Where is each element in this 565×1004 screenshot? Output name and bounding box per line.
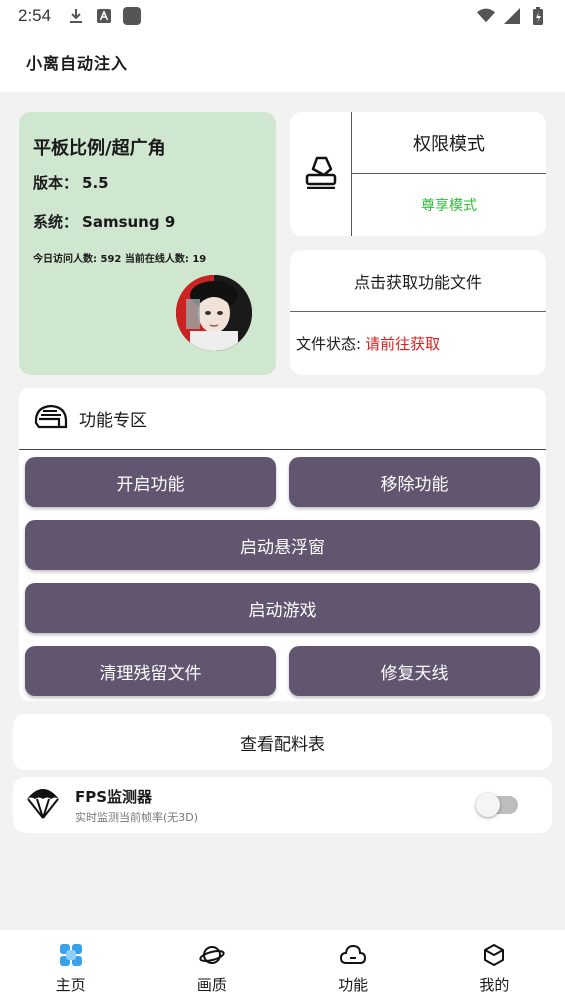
device-info-card: 平板比例/超广角 版本： 5.5 系统： Samsung 9 今日访问人数: 592… (19, 112, 276, 375)
wifi-icon (477, 7, 495, 25)
nav-item-functions[interactable]: 功能 (283, 930, 424, 1004)
planet-icon (199, 942, 225, 968)
bottom-nav: 主页 画质 功能 我的 (0, 930, 565, 1004)
avatar[interactable] (176, 275, 252, 351)
fps-monitor-card: FPS监测器 实时监测当前帧率(无3D) (13, 777, 552, 833)
clean-residual-files-button[interactable]: 清理残留文件 (25, 646, 276, 696)
file-status-value[interactable]: 请前往获取 (365, 333, 440, 354)
nav-item-home[interactable]: 主页 (0, 930, 141, 1004)
start-float-window-button[interactable]: 启动悬浮窗 (25, 520, 540, 570)
file-status: 文件状态: 请前往获取 (290, 312, 546, 374)
system-label: 系统： (33, 213, 79, 231)
download-icon (67, 7, 85, 25)
parachute-icon (25, 785, 61, 825)
home-icon (58, 942, 84, 968)
nav-label-functions: 功能 (338, 976, 369, 994)
system-line: 系统： Samsung 9 (33, 211, 262, 232)
app-header: 小离自动注入 (0, 32, 565, 92)
start-game-button[interactable]: 启动游戏 (25, 583, 540, 633)
cube-icon (481, 942, 507, 968)
app-square-icon (123, 7, 142, 25)
helmet-icon (33, 403, 69, 435)
status-time: 2:54 (18, 6, 52, 25)
aspect-mode-title: 平板比例/超广角 (33, 138, 166, 159)
app-title: 小离自动注入 (26, 54, 129, 73)
battery-charging-icon (529, 7, 547, 25)
version-line: 版本： 5.5 (33, 172, 262, 193)
status-notification-icons (67, 7, 142, 25)
cloud-icon (340, 942, 367, 968)
nav-item-mine[interactable]: 我的 (424, 930, 565, 1004)
status-bar: 2:54 (0, 0, 565, 32)
function-file-card: 点击获取功能文件 文件状态: 请前往获取 (290, 250, 546, 375)
mode-icon-cell (290, 112, 352, 236)
fps-monitor-toggle[interactable] (476, 793, 518, 817)
permission-mode-title: 权限模式 (352, 112, 546, 174)
remove-function-button[interactable]: 移除功能 (289, 457, 540, 507)
enable-function-button[interactable]: 开启功能 (25, 457, 276, 507)
version-value: 5.5 (82, 174, 109, 192)
stamp-icon (304, 155, 338, 193)
status-system-icons (477, 7, 547, 25)
nav-label-mine: 我的 (479, 976, 510, 994)
system-value: Samsung 9 (82, 213, 176, 231)
function-zone-header: 功能专区 (19, 388, 546, 450)
fps-monitor-subtitle: 实时监测当前帧率(无3D) (75, 810, 199, 824)
font-a-icon (95, 7, 113, 25)
nav-label-home: 主页 (55, 976, 86, 994)
toggle-knob (476, 793, 500, 817)
fix-antenna-button[interactable]: 修复天线 (289, 646, 540, 696)
function-zone-title: 功能专区 (79, 411, 147, 431)
version-label: 版本： (33, 174, 79, 192)
cellular-icon (503, 7, 521, 25)
permission-mode-card: 权限模式 尊享模式 (290, 112, 546, 236)
permission-mode-selector[interactable]: 尊享模式 (352, 174, 546, 236)
view-config-table-button[interactable]: 查看配料表 (13, 714, 552, 770)
nav-item-quality[interactable]: 画质 (141, 930, 282, 1004)
fps-monitor-text: FPS监测器 实时监测当前帧率(无3D) (75, 786, 198, 825)
visit-stats: 今日访问人数: 592 当前在线人数: 19 (33, 254, 207, 265)
function-zone-card: 功能专区 开启功能 移除功能 启动悬浮窗 启动游戏 清理残留文件 修复天线 (19, 388, 546, 701)
fps-monitor-title: FPS监测器 (75, 787, 153, 806)
get-function-file-button[interactable]: 点击获取功能文件 (290, 250, 546, 312)
nav-label-quality: 画质 (196, 976, 227, 994)
file-status-label: 文件状态: (296, 334, 362, 353)
